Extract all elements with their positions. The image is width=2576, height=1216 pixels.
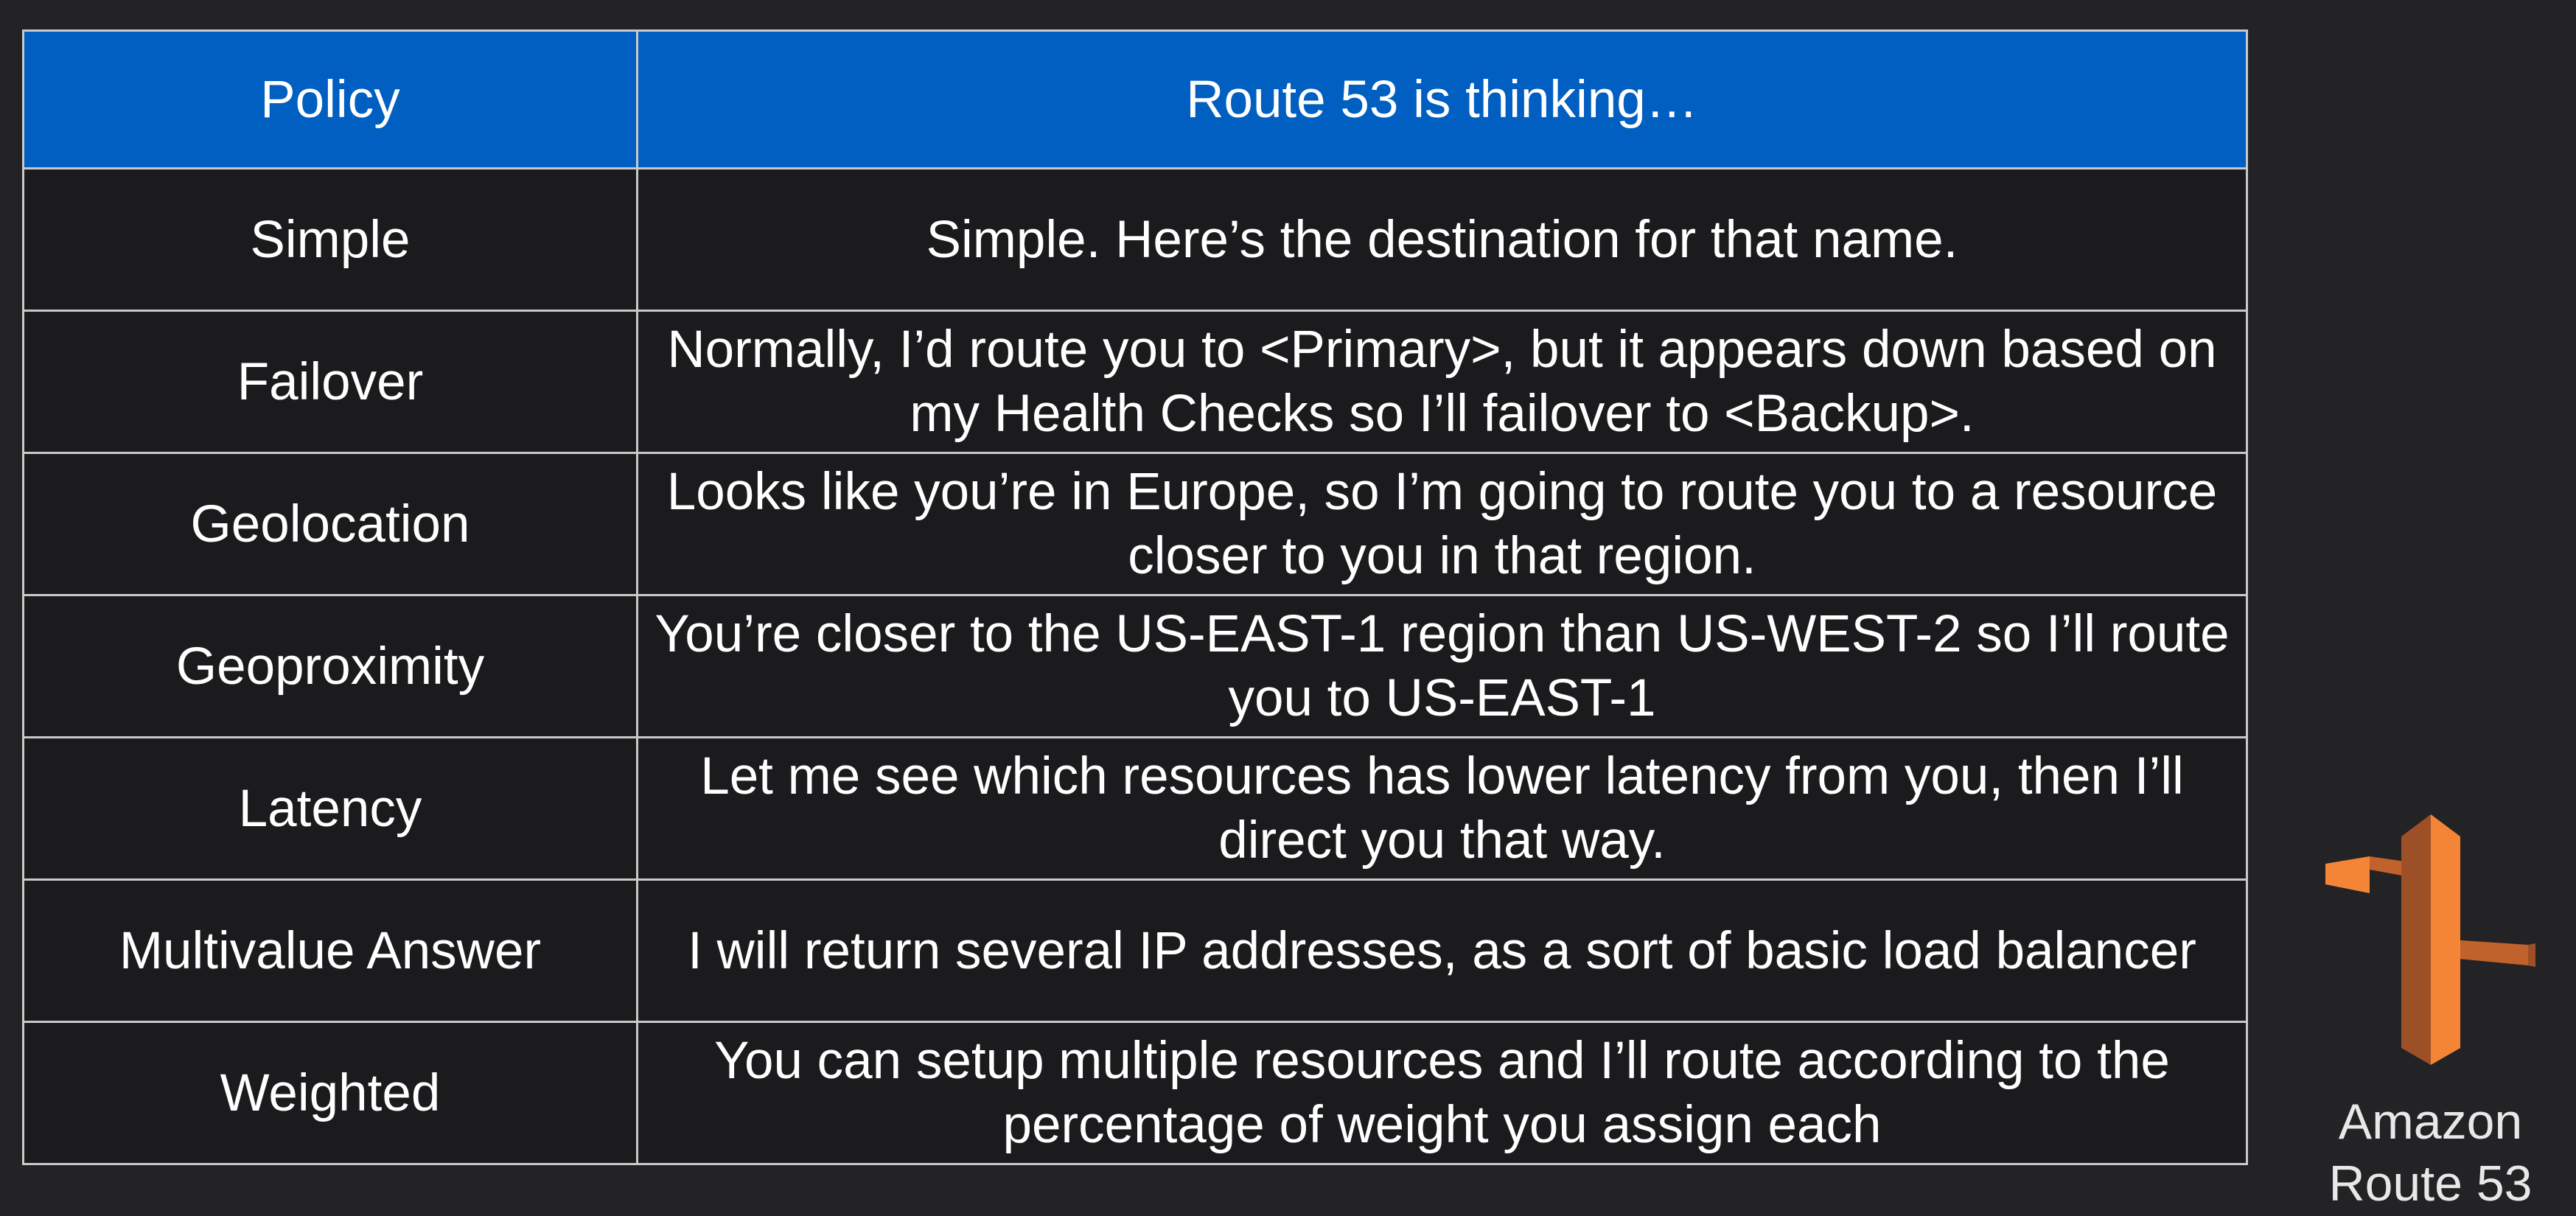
table-header-row: Policy Route 53 is thinking… xyxy=(22,29,2248,170)
policy-name-cell: Weighted xyxy=(22,1021,638,1165)
logo-caption: Amazon Route 53 xyxy=(2285,1091,2576,1215)
policy-description-cell: Let me see which resources has lower lat… xyxy=(636,736,2248,881)
table-row: Failover Normally, I’d route you to <Pri… xyxy=(22,310,2248,454)
policy-description-cell: I will return several IP addresses, as a… xyxy=(636,878,2248,1023)
table-row: Latency Let me see which resources has l… xyxy=(22,736,2248,881)
policy-name-cell: Multivalue Answer xyxy=(22,878,638,1023)
policy-name-cell: Latency xyxy=(22,736,638,881)
routing-policy-table: Policy Route 53 is thinking… Simple Simp… xyxy=(22,29,2248,1165)
header-policy: Policy xyxy=(22,29,638,170)
table-row: Geoproximity You’re closer to the US-EAS… xyxy=(22,594,2248,738)
logo-caption-line1: Amazon xyxy=(2338,1094,2523,1150)
table-row: Weighted You can setup multiple resource… xyxy=(22,1021,2248,1165)
table-row: Multivalue Answer I will return several … xyxy=(22,878,2248,1023)
policy-description-cell: You can setup multiple resources and I’l… xyxy=(636,1021,2248,1165)
table-row: Geolocation Looks like you’re in Europe,… xyxy=(22,452,2248,596)
table-row: Simple Simple. Here’s the destination fo… xyxy=(22,167,2248,312)
policy-name-cell: Failover xyxy=(22,310,638,454)
policy-description-cell: Simple. Here’s the destination for that … xyxy=(636,167,2248,312)
header-route53-thinking: Route 53 is thinking… xyxy=(636,29,2248,170)
policy-name-cell: Simple xyxy=(22,167,638,312)
policy-name-cell: Geolocation xyxy=(22,452,638,596)
policy-description-cell: Normally, I’d route you to <Primary>, bu… xyxy=(636,310,2248,454)
aws-route53-icon xyxy=(2325,814,2535,1065)
policy-description-cell: Looks like you’re in Europe, so I’m goin… xyxy=(636,452,2248,596)
logo-caption-line2: Route 53 xyxy=(2328,1156,2533,1212)
policy-description-cell: You’re closer to the US-EAST-1 region th… xyxy=(636,594,2248,738)
policy-name-cell: Geoproximity xyxy=(22,594,638,738)
